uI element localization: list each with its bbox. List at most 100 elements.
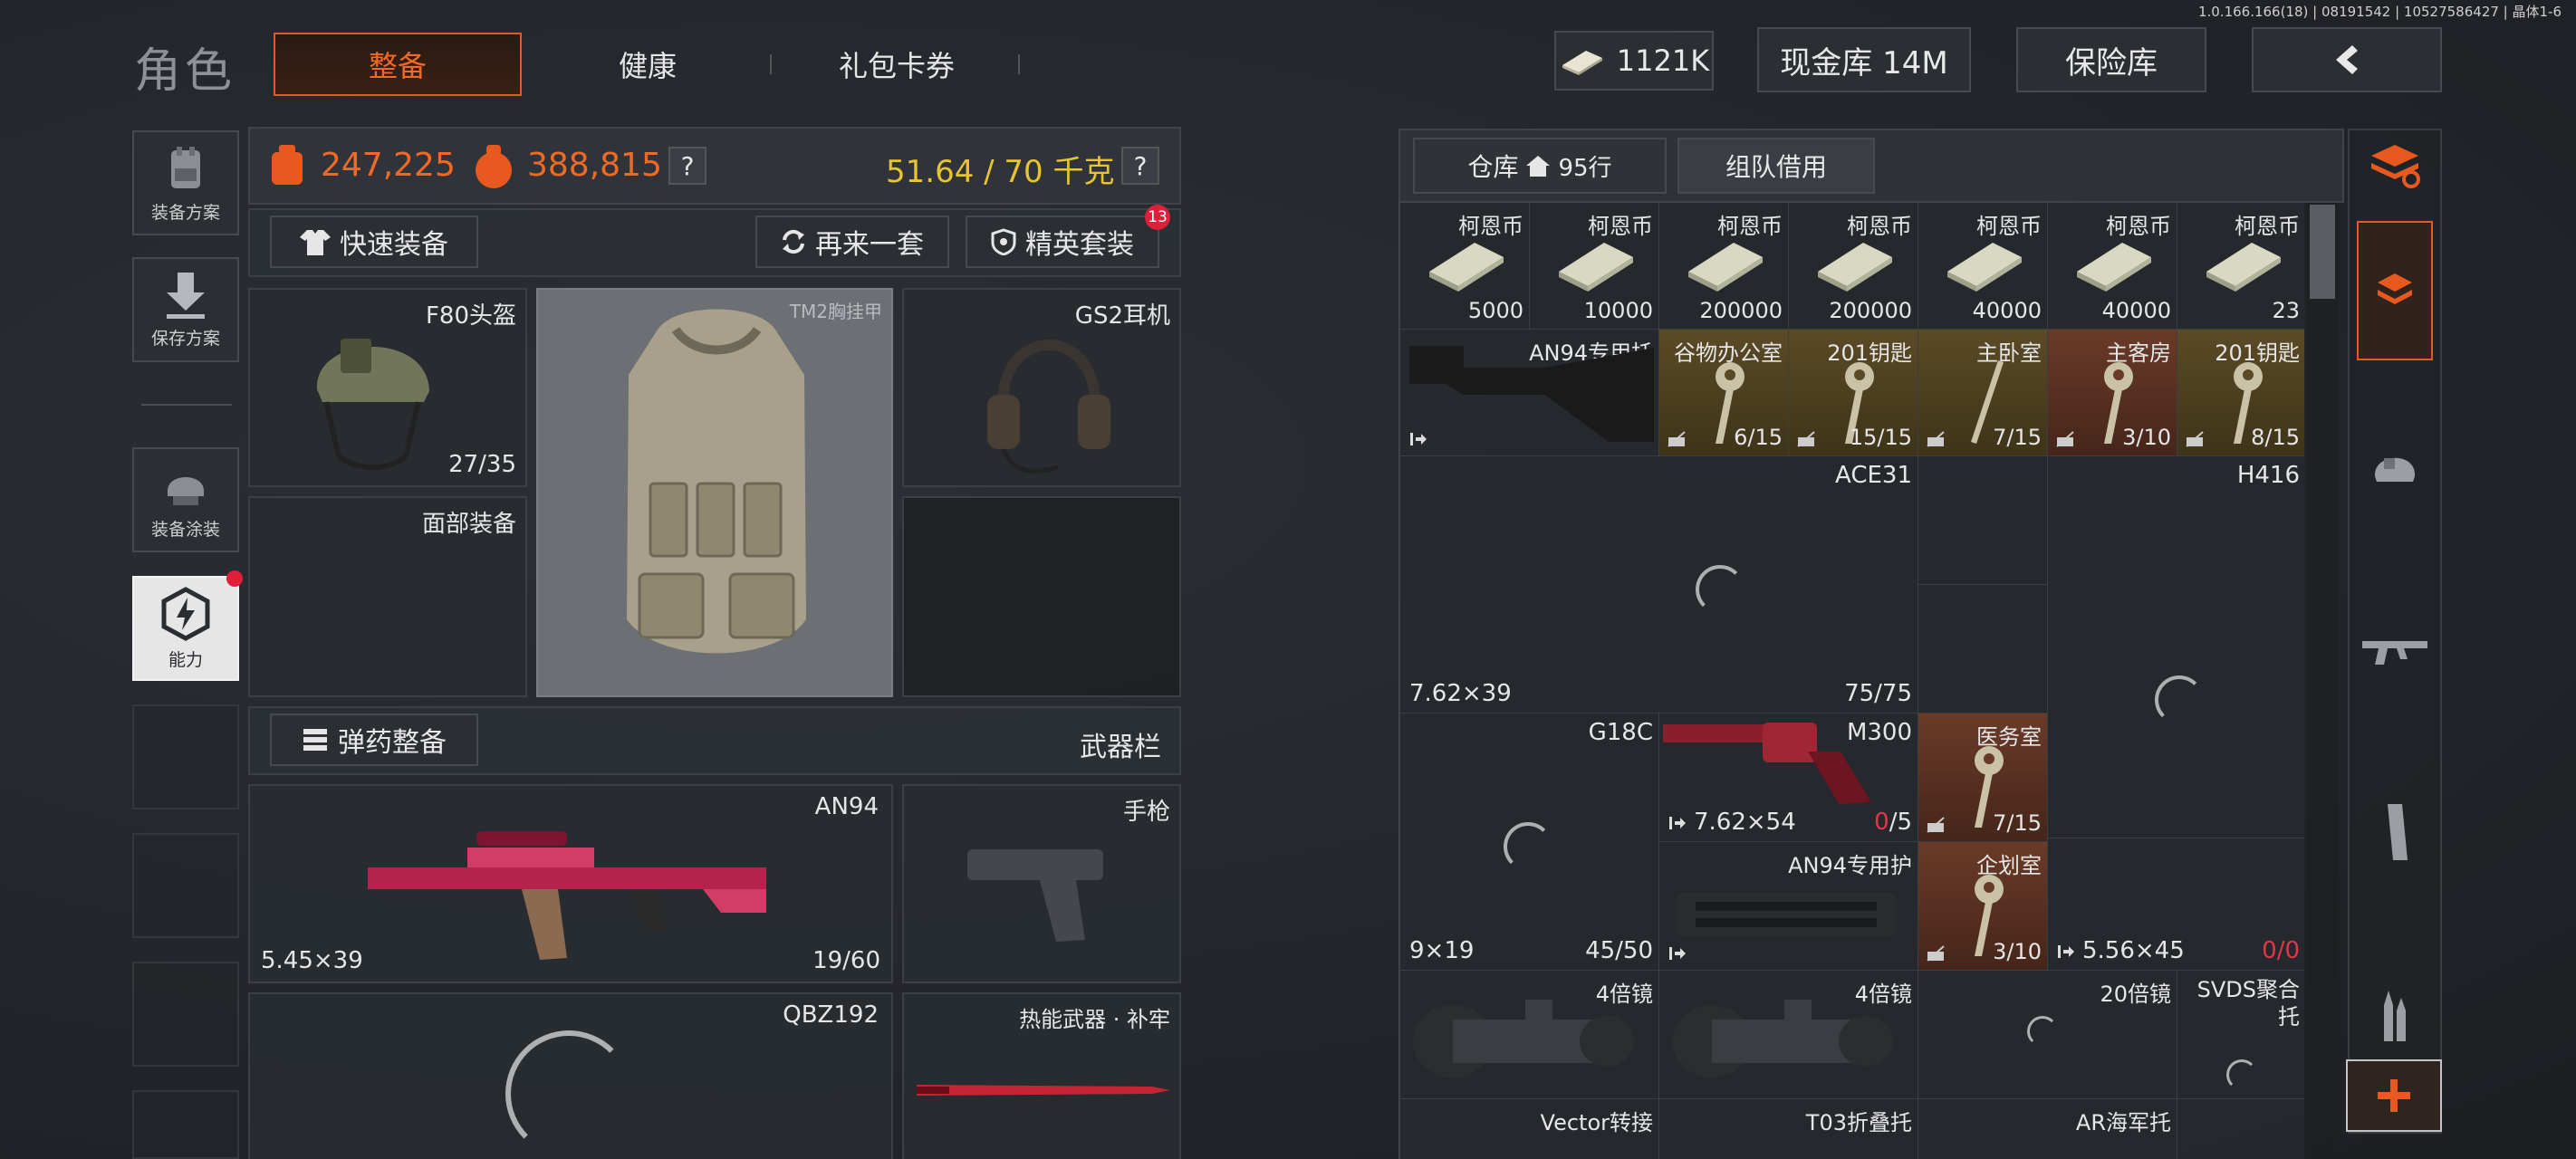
coin-amount: 40000 [2101,298,2171,323]
ammo-equip-button[interactable]: 弹药整备 [270,714,478,766]
sidebar-item-ability[interactable]: 能力 [132,570,243,681]
again-button[interactable]: 再来一套 [755,216,949,268]
svds-name: SVDS聚合托 [2196,977,2300,1030]
tab-warehouse[interactable]: 仓库 95行 [1413,138,1667,194]
stock-item[interactable]: AN94专用托 [1400,330,1659,456]
key-count: 3/10 [1993,939,2042,964]
secondary-weapon-slot[interactable]: QBZ192 [248,992,893,1159]
sidebar-item-save[interactable]: 保存方案 [132,257,239,362]
back-button[interactable] [2252,27,2442,92]
key-count: 15/15 [1849,425,1912,450]
filter-all-tab[interactable] [2357,221,2433,360]
sort-layers-icon[interactable] [2368,139,2422,190]
scope-item[interactable]: 4倍镜 [1400,971,1659,1099]
help-button[interactable]: ? [668,147,706,185]
coin-cell[interactable]: 柯恩币 40000 [1918,203,2048,330]
primary-weapon-name: AN94 [814,793,879,820]
tab-team-borrow[interactable]: 组队借用 [1677,138,1875,194]
key-item[interactable]: 主卧室 7/15 [1918,330,2048,456]
helmet-filter-icon[interactable] [2368,442,2422,493]
tab-divider [770,54,772,74]
tab-gift[interactable]: 礼包卡券 [797,33,996,96]
key-item[interactable]: 201钥匙 15/15 [1789,330,1918,456]
weight-help-button[interactable]: ? [1121,147,1159,185]
coin-amount: 5000 [1467,298,1523,323]
key-count: 3/10 [2122,425,2171,450]
currency-display[interactable]: 1121K [1554,31,1714,91]
pistol-name: 手枪 [1122,799,1170,826]
tab-equip[interactable]: 整备 [274,33,522,96]
right-ammo-current: 0 [2262,937,2277,964]
cash-vault-label: 现金库 14M [1780,44,1948,81]
headset-slot[interactable]: GS2耳机 [902,288,1181,487]
vest-icon [171,146,200,188]
empty-cell[interactable] [1918,585,2048,714]
ability-icon [161,586,210,641]
sidebar-item-paint[interactable]: 装备涂装 [132,447,239,552]
loading-spinner [505,1030,632,1157]
sidebar-divider [141,404,232,406]
tab-gift-label: 礼包卡券 [838,49,955,83]
ammo-filter-icon[interactable] [2377,983,2413,1047]
primary-weapon-slot[interactable]: AN94 5.45×39 19/60 [248,784,893,983]
magazine-filter-icon[interactable] [2377,800,2413,864]
coin-cell[interactable]: 柯恩币 5000 [1400,203,1530,330]
coin-cell[interactable]: 柯恩币 200000 [1789,203,1918,330]
coin-cell[interactable]: 柯恩币 23 [2177,203,2304,330]
helmet-paint-icon [168,476,204,505]
safe-box-label: 保险库 [2065,44,2158,81]
helmet-durability: 27/35 [448,451,516,478]
rifle-image [368,831,766,960]
handguard-item[interactable]: AN94专用护 [1659,842,1918,971]
key-item[interactable]: 医务室 7/15 [1918,714,2048,842]
weight-value: 51.64 / 70 千克 [886,154,1115,190]
scope-item[interactable]: 4倍镜 [1659,971,1918,1099]
armor-slot[interactable]: TM2胸挂甲 [536,288,893,697]
rifle-filter-icon[interactable] [2360,628,2429,674]
ace31-item[interactable]: ACE31 7.62×39 75/75 [1400,456,1918,714]
t03-item[interactable]: T03折叠托 [1659,1099,1918,1159]
safe-box-button[interactable]: 保险库 [2016,27,2206,92]
empty-cell[interactable]: 5.56×45 0/0 [2048,838,2304,971]
coin-cell[interactable]: 柯恩币 10000 [1530,203,1659,330]
headset-image [987,340,1110,474]
cash-vault-button[interactable]: 现金库 14M [1757,27,1971,92]
no-trade-icon [2186,431,2204,447]
helmet-slot[interactable]: F80头盔 27/35 [248,288,527,487]
cash-stack-icon [1559,243,1633,292]
key-item[interactable]: 主客房 3/10 [2048,330,2177,456]
vector-item[interactable]: Vector转接 [1400,1099,1659,1159]
backpack-icon [272,145,303,185]
coin-row: 柯恩币 5000 柯恩币 10000 柯恩币 200000 柯恩币 200000… [1400,203,2304,330]
empty-equip-slot[interactable] [902,496,1181,697]
key-item[interactable]: 201钥匙 8/15 [2177,330,2304,456]
h416-item[interactable]: H416 [2048,456,2304,838]
add-button[interactable] [2346,1059,2442,1132]
quick-equip-button[interactable]: 快速装备 [270,216,478,268]
coin-amount: 23 [2272,298,2300,323]
empty-cell[interactable] [1918,456,2048,585]
m300-item[interactable]: M300 7.62×54 0/5 [1659,714,1918,842]
face-slot[interactable]: 面部装备 [248,496,527,697]
sidebar-item-loadout[interactable]: 装备方案 [132,130,239,235]
scope-item[interactable]: 20倍镜 [1918,971,2177,1099]
tab-health[interactable]: 健康 [571,33,725,96]
g18c-item[interactable]: G18C 9×19 45/50 [1400,714,1659,971]
stock-image [1409,346,1654,442]
coin-cell[interactable]: 柯恩币 200000 [1659,203,1789,330]
ace31-ammo: 75/75 [1844,680,1912,707]
pistol-slot[interactable]: 手枪 [902,784,1181,983]
melee-slot[interactable]: 热能武器 · 补牢 [902,992,1181,1159]
svds-item[interactable]: SVDS聚合托 [2177,971,2304,1099]
notification-dot [226,570,243,587]
version-info: 1.0.166.166(18) | 08191542 | 10527586427… [2197,4,2562,20]
secondary-weapon-name: QBZ192 [783,1001,879,1029]
key-item[interactable]: 谷物办公室 6/15 [1659,330,1789,456]
coin-cell[interactable]: 柯恩币 40000 [2048,203,2177,330]
loading-spinner [2027,1016,2058,1047]
scrollbar-thumb[interactable] [2310,205,2335,299]
ar-item[interactable]: AR海军托 [1918,1099,2177,1159]
key-item[interactable]: 企划室 3/10 [1918,842,2048,971]
warehouse-scrollbar[interactable] [2306,203,2339,1159]
elite-set-button[interactable]: 精英套装 13 [966,205,1170,268]
